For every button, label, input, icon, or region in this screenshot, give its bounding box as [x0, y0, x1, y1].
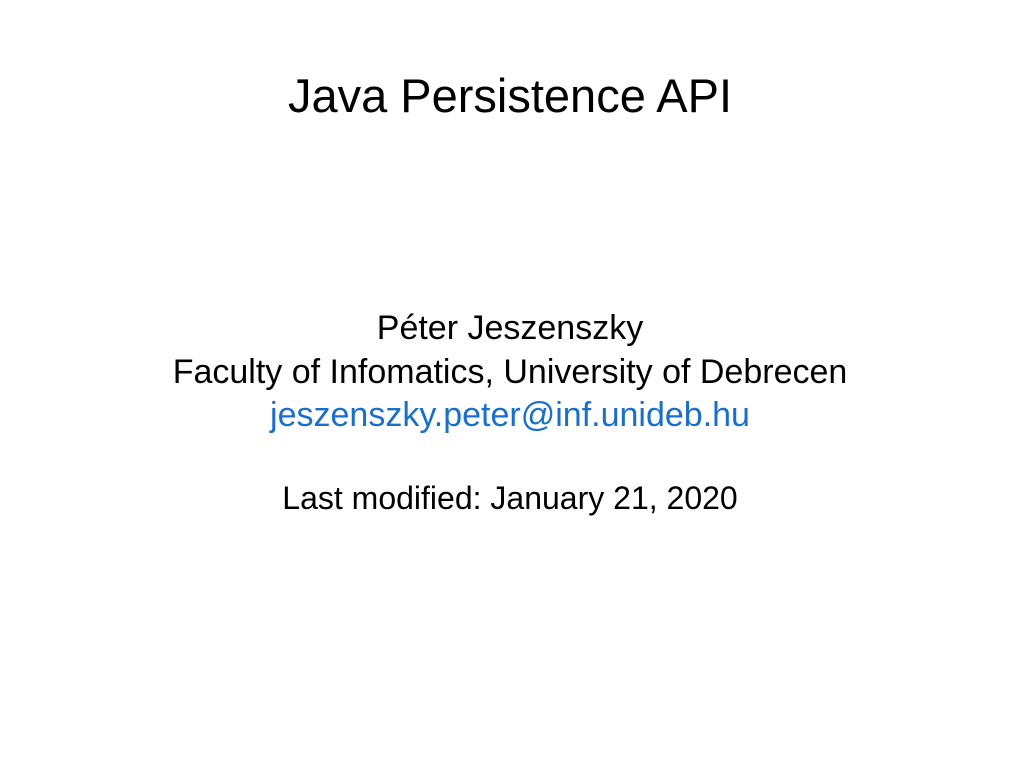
- slide-title: Java Persistence API: [0, 68, 1020, 123]
- author-name: Péter Jeszenszky: [0, 307, 1020, 351]
- affiliation: Faculty of Infomatics, University of Deb…: [0, 351, 1020, 395]
- last-modified: Last modified: January 21, 2020: [0, 480, 1020, 517]
- email-link[interactable]: jeszenszky.peter@inf.unideb.hu: [0, 394, 1020, 438]
- slide-container: Java Persistence API Péter Jeszenszky Fa…: [0, 0, 1020, 764]
